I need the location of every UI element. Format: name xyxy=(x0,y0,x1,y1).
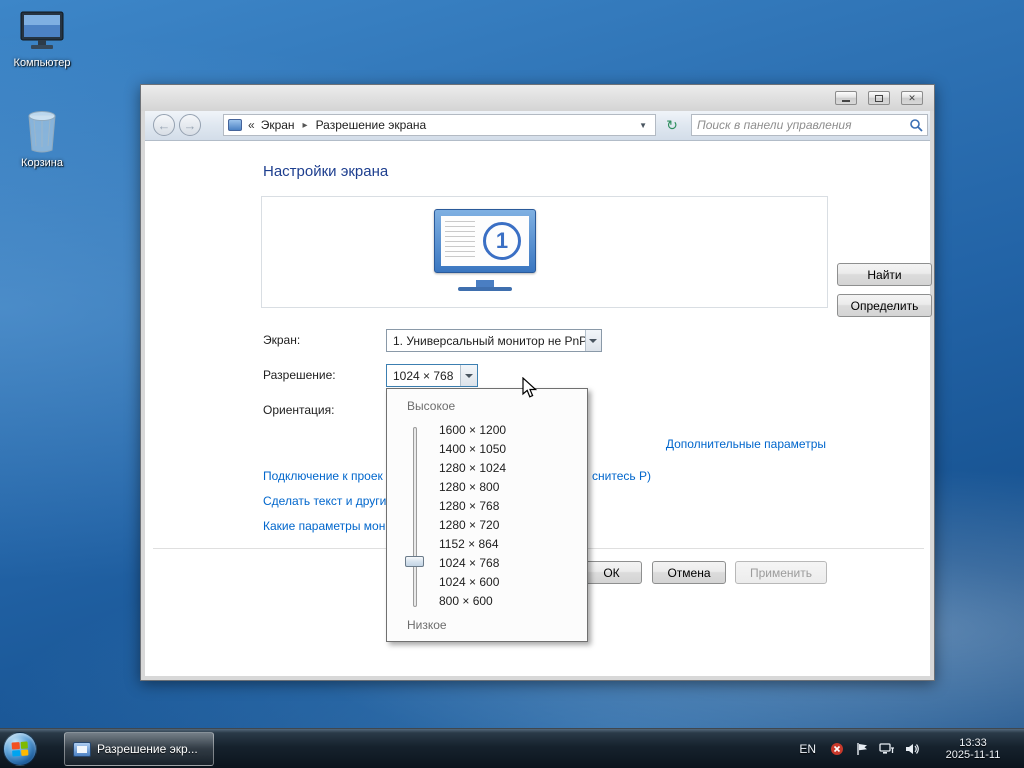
resolution-option[interactable]: 1280 × 1024 xyxy=(433,459,512,478)
recycle-bin-icon xyxy=(6,106,78,154)
search-input[interactable] xyxy=(692,116,905,134)
resolution-option-list: 1600 × 1200 1400 × 1050 1280 × 1024 1280… xyxy=(433,421,512,611)
ok-button[interactable]: ОК xyxy=(581,561,642,584)
monitor-stand xyxy=(476,280,494,287)
search-icon[interactable] xyxy=(905,118,927,132)
resolution-high-label: Высокое xyxy=(407,399,455,413)
breadcrumb-item-screen[interactable]: Экран xyxy=(259,118,297,132)
window-content: Настройки экрана 1 Найти Определить xyxy=(145,141,930,676)
resolution-option[interactable]: 1024 × 600 xyxy=(433,573,512,592)
chevron-down-icon[interactable] xyxy=(585,330,601,351)
action-center-flag-icon[interactable] xyxy=(853,741,871,757)
language-indicator[interactable]: EN xyxy=(799,742,816,756)
chevron-down-icon[interactable] xyxy=(460,365,477,386)
monitor-screen-lines xyxy=(445,221,475,261)
projector-link-right[interactable]: снитесь P) xyxy=(592,469,651,483)
screen-resolution-window: ✕ ← → « Экран ▸ Разрешение экрана ▼ ↻ xyxy=(140,84,935,681)
tray-time: 13:33 xyxy=(934,737,1012,749)
resolution-option[interactable]: 1280 × 800 xyxy=(433,478,512,497)
back-button[interactable]: ← xyxy=(153,114,175,136)
page-title: Настройки экрана xyxy=(263,163,388,180)
desktop-icon-recycle-bin[interactable]: Корзина xyxy=(6,106,78,169)
desktop-wallpaper: Компьютер Корзина ✕ ← → « xyxy=(0,0,1024,768)
advanced-settings-link[interactable]: Дополнительные параметры xyxy=(666,437,826,451)
which-settings-link[interactable]: Какие параметры мон xyxy=(263,519,385,533)
resolution-label: Разрешение: xyxy=(263,368,336,382)
breadcrumb-overflow[interactable]: « xyxy=(248,118,255,132)
monitor-preview-group: 1 Найти Определить xyxy=(261,196,828,308)
computer-icon xyxy=(6,10,78,54)
taskbar: Разрешение экр... EN xyxy=(0,728,1024,768)
resolution-option[interactable]: 1280 × 720 xyxy=(433,516,512,535)
display-settings-icon xyxy=(73,742,91,757)
display-combobox[interactable]: 1. Универсальный монитор не PnP xyxy=(386,329,602,352)
network-icon[interactable] xyxy=(878,741,896,757)
monitor-preview[interactable]: 1 xyxy=(434,209,536,273)
resolution-combobox[interactable]: 1024 × 768 xyxy=(386,364,478,387)
resolution-option-selected[interactable]: 1024 × 768 xyxy=(433,554,512,573)
volume-icon[interactable] xyxy=(903,741,921,757)
maximize-button[interactable] xyxy=(868,91,890,105)
tray-clock[interactable]: 13:33 2025-11-11 xyxy=(934,737,1012,761)
resolution-low-label: Низкое xyxy=(407,618,447,632)
windows-logo-icon xyxy=(12,741,29,756)
breadcrumb-separator-icon: ▸ xyxy=(303,120,308,131)
make-text-larger-link[interactable]: Сделать текст и другие xyxy=(263,494,393,508)
alert-icon[interactable] xyxy=(828,741,846,757)
identify-button[interactable]: Определить xyxy=(837,294,932,317)
tray-date: 2025-11-11 xyxy=(934,749,1012,761)
monitor-base xyxy=(458,287,512,291)
breadcrumb-dropdown-icon[interactable]: ▼ xyxy=(635,121,651,130)
window-titlebar[interactable]: ✕ xyxy=(141,85,934,111)
navigation-bar: ← → « Экран ▸ Разрешение экрана ▼ ↻ xyxy=(145,111,930,141)
resolution-dropdown-panel: Высокое 1600 × 1200 1400 × 1050 1280 × 1… xyxy=(386,388,588,642)
resolution-slider-thumb[interactable] xyxy=(405,556,424,567)
display-label: Экран: xyxy=(263,333,300,347)
resolution-slider-track[interactable] xyxy=(413,427,417,607)
recycle-bin-icon-label: Корзина xyxy=(6,157,78,169)
cancel-button[interactable]: Отмена xyxy=(652,561,726,584)
resolution-option[interactable]: 1600 × 1200 xyxy=(433,421,512,440)
refresh-button[interactable]: ↻ xyxy=(662,114,682,136)
detect-button[interactable]: Найти xyxy=(837,263,932,286)
start-button[interactable] xyxy=(3,732,37,766)
resolution-option[interactable]: 1400 × 1050 xyxy=(433,440,512,459)
breadcrumb-icon xyxy=(228,119,242,131)
orientation-label: Ориентация: xyxy=(263,403,334,417)
breadcrumb-item-resolution[interactable]: Разрешение экрана xyxy=(314,118,429,132)
desktop-icon-computer[interactable]: Компьютер xyxy=(6,10,78,69)
resolution-option[interactable]: 1152 × 864 xyxy=(433,535,512,554)
close-button[interactable]: ✕ xyxy=(901,91,923,105)
projector-link-left[interactable]: Подключение к проек xyxy=(263,469,383,483)
taskbar-app-screen-resolution[interactable]: Разрешение экр... xyxy=(64,732,214,766)
resolution-option[interactable]: 800 × 600 xyxy=(433,592,512,611)
search-box[interactable] xyxy=(691,114,928,136)
resolution-option[interactable]: 1280 × 768 xyxy=(433,497,512,516)
monitor-number-badge: 1 xyxy=(483,222,521,260)
apply-button[interactable]: Применить xyxy=(735,561,827,584)
breadcrumb[interactable]: « Экран ▸ Разрешение экрана ▼ xyxy=(223,114,656,136)
computer-icon-label: Компьютер xyxy=(6,57,78,69)
forward-button[interactable]: → xyxy=(179,114,201,136)
minimize-button[interactable] xyxy=(835,91,857,105)
system-tray: EN xyxy=(799,729,1024,768)
